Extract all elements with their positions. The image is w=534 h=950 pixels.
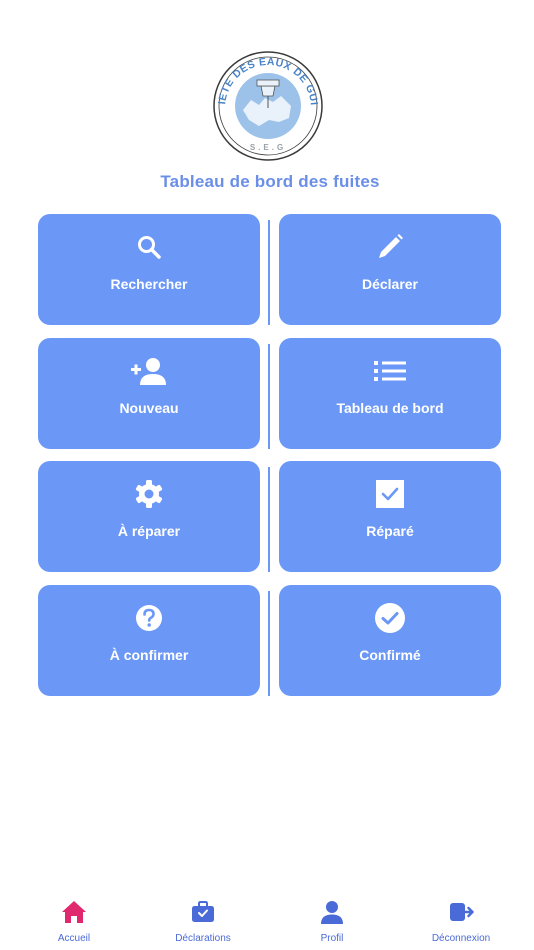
tile-label: Confirmé: [359, 647, 421, 663]
check-circle-icon: [279, 603, 501, 633]
user-icon: [272, 899, 392, 925]
tile-label: À réparer: [117, 523, 181, 539]
divider: [268, 591, 270, 696]
tile-label: Tableau de bord: [336, 400, 444, 416]
search-button[interactable]: Rechercher: [38, 214, 260, 325]
nav-item-declarations[interactable]: Déclarations: [143, 895, 263, 950]
list-icon: [279, 356, 501, 386]
confirmed-button[interactable]: Confirmé: [279, 585, 501, 696]
divider: [268, 344, 270, 449]
divider: [268, 467, 270, 572]
nav-label: Accueil: [57, 933, 91, 944]
nav-item-logout[interactable]: Déconnexion: [401, 895, 521, 950]
search-icon: [38, 232, 260, 262]
grid-row: Rechercher Déclarer: [38, 214, 501, 325]
nav-item-profile[interactable]: Profil: [272, 895, 392, 950]
tile-label: Déclarer: [361, 276, 419, 292]
gear-icon: [38, 479, 260, 509]
bottom-navigation: Accueil Déclarations Profil Déconnexion: [0, 895, 534, 950]
add-user-icon: [38, 356, 260, 386]
divider: [268, 220, 270, 325]
new-user-button[interactable]: Nouveau: [38, 338, 260, 449]
question-circle-icon: [38, 603, 260, 633]
grid-row: À réparer Réparé: [38, 461, 501, 572]
checkbox-icon: [279, 479, 501, 509]
nav-label: Déconnexion: [431, 933, 491, 944]
nav-label: Profil: [320, 933, 344, 944]
logout-icon: [401, 899, 521, 925]
tile-label: Réparé: [366, 523, 414, 539]
page-title: Tableau de bord des fuites: [160, 172, 380, 191]
to-confirm-button[interactable]: À confirmer: [38, 585, 260, 696]
to-repair-button[interactable]: À réparer: [38, 461, 260, 572]
nav-item-home[interactable]: Accueil: [14, 895, 134, 950]
dashboard-button[interactable]: Tableau de bord: [279, 338, 501, 449]
grid-row: À confirmer Confirmé: [38, 585, 501, 696]
company-logo: SOCIETE DES EAUX DE GUINEE S.E.G: [195, 41, 337, 162]
tile-label: À confirmer: [109, 647, 189, 663]
briefcase-icon: [143, 899, 263, 925]
logo-abbreviation: S.E.G: [250, 143, 286, 152]
tile-label: Rechercher: [110, 276, 188, 292]
nav-label: Déclarations: [175, 933, 231, 944]
repaired-button[interactable]: Réparé: [279, 461, 501, 572]
declare-button[interactable]: Déclarer: [279, 214, 501, 325]
action-grid: Rechercher Déclarer Nouveau Tableau de b…: [38, 214, 501, 708]
home-icon: [14, 899, 134, 925]
pencil-icon: [279, 232, 501, 262]
tile-label: Nouveau: [119, 400, 179, 416]
grid-row: Nouveau Tableau de bord: [38, 338, 501, 449]
